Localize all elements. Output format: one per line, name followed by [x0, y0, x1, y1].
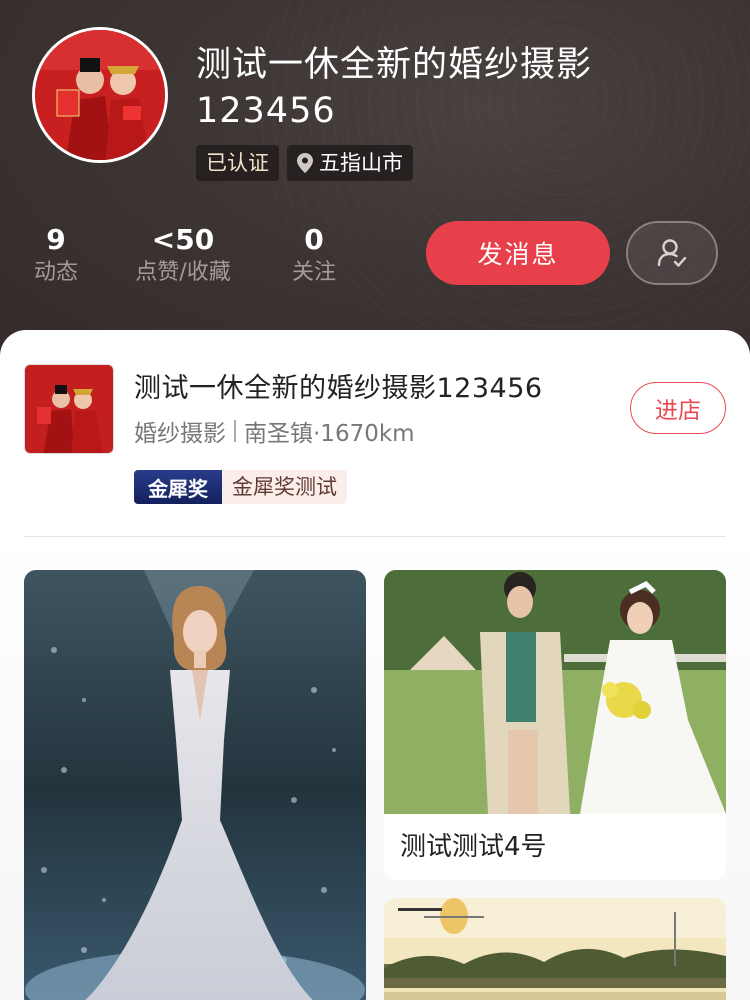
gallery-photo	[24, 570, 366, 1000]
gallery-photo	[384, 898, 726, 1000]
profile-header: 测试一休全新的婚纱摄影123456 已认证 五指山市 9 动态 <50 点赞/收…	[0, 0, 750, 360]
stat-label: 关注	[291, 260, 336, 285]
location-tag[interactable]: 五指山市	[287, 145, 413, 181]
message-button[interactable]: 发消息	[426, 221, 610, 285]
stat-label: 点赞/收藏	[135, 260, 231, 285]
shop-distance: 南圣镇·1670km	[244, 421, 415, 447]
stat-label: 动态	[33, 260, 78, 285]
meta-separator	[234, 420, 236, 442]
shop-meta: 婚纱摄影 南圣镇·1670km	[134, 414, 415, 448]
shop-card: 测试一休全新的婚纱摄影123456 婚纱摄影 南圣镇·1670km 进店 金犀奖…	[0, 330, 750, 1000]
follow-button[interactable]	[626, 221, 718, 285]
stat-following[interactable]: 0 关注	[278, 222, 350, 288]
gallery-photo	[384, 570, 726, 814]
location-pin-icon	[297, 153, 313, 173]
award-logo: 金犀奖	[134, 470, 222, 504]
stats-row: 9 动态 <50 点赞/收藏 0 关注	[20, 222, 350, 288]
gallery-item[interactable]	[384, 898, 726, 1000]
shop-logo[interactable]	[24, 364, 114, 454]
gallery-item[interactable]	[24, 570, 366, 1000]
location-label: 五指山市	[319, 151, 403, 175]
user-follow-icon	[657, 239, 687, 267]
shop-logo-image	[25, 365, 113, 453]
stat-posts[interactable]: 9 动态	[20, 222, 92, 288]
award-tag[interactable]: 金犀奖 金犀奖测试	[134, 470, 347, 504]
profile-title: 测试一休全新的婚纱摄影123456	[196, 45, 593, 131]
stat-value: 9	[46, 223, 66, 256]
avatar[interactable]	[32, 27, 168, 163]
gallery-item[interactable]: 测试测试4号	[384, 570, 726, 880]
gallery-caption: 测试测试4号	[400, 832, 547, 862]
avatar-image	[35, 30, 165, 160]
divider	[24, 536, 726, 537]
stat-value: <50	[151, 223, 215, 256]
shop-category: 婚纱摄影	[134, 421, 226, 447]
shop-name[interactable]: 测试一休全新的婚纱摄影123456	[134, 366, 543, 405]
stat-likes[interactable]: <50 点赞/收藏	[108, 222, 258, 288]
enter-shop-button[interactable]: 进店	[630, 382, 726, 434]
stat-value: 0	[304, 223, 324, 256]
award-label: 金犀奖测试	[222, 470, 347, 504]
verified-badge: 已认证	[196, 145, 279, 181]
tag-row: 已认证 五指山市	[196, 145, 413, 181]
